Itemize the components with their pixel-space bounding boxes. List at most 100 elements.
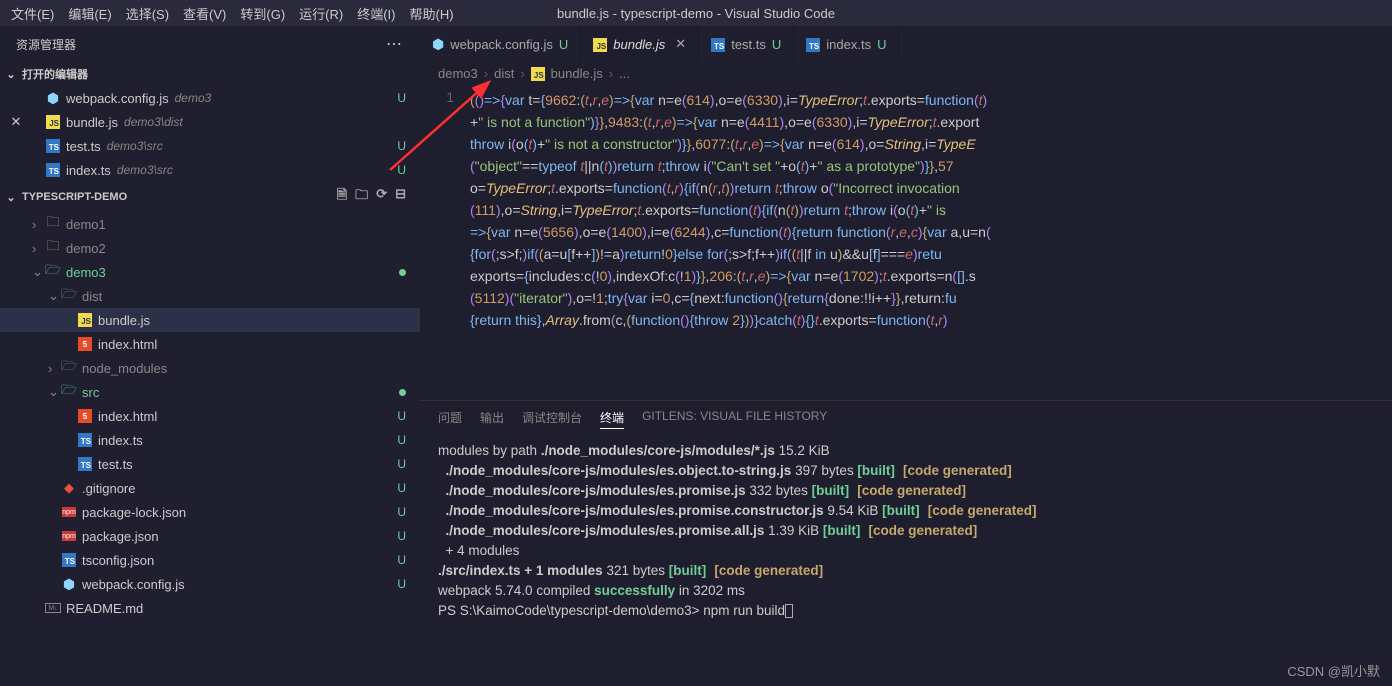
open-editor-item[interactable]: TSindex.tsdemo3\srcU bbox=[0, 158, 420, 182]
folder-src-icon: 🗁 bbox=[60, 381, 78, 403]
modified-dot-icon bbox=[399, 269, 406, 276]
close-icon[interactable]: ✕ bbox=[8, 114, 24, 130]
file-tree-item[interactable]: ⌄🗁dist bbox=[0, 284, 420, 308]
project-header[interactable]: ⌄ TYPESCRIPT-DEMO 🗎 🗀 ⟳ ⊟ bbox=[0, 182, 420, 212]
file-tree-item[interactable]: JSbundle.js bbox=[0, 308, 420, 332]
file-tree-item[interactable]: npmpackage-lock.jsonU bbox=[0, 500, 420, 524]
chevron-down-icon: ⌄ bbox=[4, 68, 18, 81]
refresh-icon[interactable]: ⟳ bbox=[376, 186, 387, 208]
git-status-badge: U bbox=[397, 409, 420, 423]
chevron-down-icon: ⌄ bbox=[4, 191, 18, 204]
modified-dot-icon bbox=[399, 389, 406, 396]
line-number: 1 bbox=[420, 89, 470, 400]
ts-icon: TS bbox=[76, 433, 94, 447]
editor-tab[interactable]: TSindex.tsU bbox=[794, 26, 899, 62]
git-status-badge: U bbox=[397, 139, 420, 153]
webpack-icon: ⬢ bbox=[432, 36, 444, 53]
code-editor[interactable]: 1 (()=>{var t={9662:(t,r,e)=>{var n=e(61… bbox=[420, 85, 1392, 400]
editor-tabs: ⬢webpack.config.jsUJSbundle.js✕TStest.ts… bbox=[420, 26, 1392, 62]
git-status-badge: U bbox=[397, 505, 420, 519]
breadcrumb[interactable]: demo3› dist› JS bundle.js› ... bbox=[420, 62, 1392, 85]
git-status-badge: U bbox=[397, 457, 420, 471]
panel-tab[interactable]: 输出 bbox=[480, 409, 504, 429]
menu-item[interactable]: 编辑(E) bbox=[61, 4, 118, 23]
ts-icon: TS bbox=[44, 139, 62, 153]
js-icon: JS bbox=[531, 67, 545, 81]
html-icon: 5 bbox=[76, 337, 94, 351]
menu-item[interactable]: 转到(G) bbox=[233, 4, 292, 23]
editor-tab[interactable]: TStest.tsU bbox=[699, 26, 794, 62]
git-icon: ◆ bbox=[60, 480, 78, 496]
js-icon: JS bbox=[44, 115, 62, 129]
open-editor-item[interactable]: ⬢webpack.config.jsdemo3U bbox=[0, 86, 420, 110]
git-status-badge: U bbox=[559, 37, 568, 52]
npm-icon: npm bbox=[60, 507, 78, 517]
file-tree-item[interactable]: 5index.html bbox=[0, 332, 420, 356]
panel-tab[interactable]: 问题 bbox=[438, 409, 462, 429]
file-tree-item[interactable]: ›🗀demo1 bbox=[0, 212, 420, 236]
file-tree-item[interactable]: 5index.htmlU bbox=[0, 404, 420, 428]
file-tree-item[interactable]: TStest.tsU bbox=[0, 452, 420, 476]
file-tree-item[interactable]: ›🗀demo2 bbox=[0, 236, 420, 260]
file-tree-item[interactable]: TSindex.tsU bbox=[0, 428, 420, 452]
ts-icon: TS bbox=[60, 553, 78, 567]
git-status-badge: U bbox=[397, 91, 420, 105]
open-editor-item[interactable]: ✕JSbundle.jsdemo3\dist bbox=[0, 110, 420, 134]
git-status-badge: U bbox=[397, 577, 420, 591]
folder-icon: 🗀 bbox=[44, 237, 62, 259]
menu-item[interactable]: 帮助(H) bbox=[402, 4, 460, 23]
chevron-icon: ⌄ bbox=[48, 288, 60, 304]
file-tree-item[interactable]: M↓README.md bbox=[0, 596, 420, 620]
chevron-icon: › bbox=[32, 241, 44, 256]
git-status-badge: U bbox=[397, 163, 420, 177]
editor-tab[interactable]: ⬢webpack.config.jsU bbox=[420, 26, 581, 62]
close-icon[interactable]: ✕ bbox=[675, 36, 686, 52]
file-tree-item[interactable]: TStsconfig.jsonU bbox=[0, 548, 420, 572]
menu-item[interactable]: 选择(S) bbox=[119, 4, 176, 23]
watermark: CSDN @凯小默 bbox=[1287, 661, 1380, 680]
panel-tab[interactable]: 调试控制台 bbox=[522, 409, 582, 429]
git-status-badge: U bbox=[877, 37, 886, 52]
menu-item[interactable]: 文件(E) bbox=[4, 4, 61, 23]
chevron-icon: › bbox=[32, 217, 44, 232]
chevron-icon: ⌄ bbox=[48, 384, 60, 400]
folder-open-icon: 🗁 bbox=[44, 261, 62, 283]
git-status-badge: U bbox=[397, 433, 420, 447]
terminal-output[interactable]: modules by path ./node_modules/core-js/m… bbox=[420, 437, 1392, 686]
file-tree-item[interactable]: ◆.gitignoreU bbox=[0, 476, 420, 500]
editor-tab[interactable]: JSbundle.js✕ bbox=[581, 26, 699, 62]
open-editor-item[interactable]: TStest.tsdemo3\srcU bbox=[0, 134, 420, 158]
ts-icon: TS bbox=[711, 37, 725, 52]
open-editors-header[interactable]: ⌄ 打开的编辑器 bbox=[0, 62, 420, 86]
bottom-panel: 问题输出调试控制台终端GITLENS: VISUAL FILE HISTORY … bbox=[420, 400, 1392, 686]
new-file-icon[interactable]: 🗎 bbox=[337, 186, 347, 208]
file-tree-item[interactable]: ⬢webpack.config.jsU bbox=[0, 572, 420, 596]
folder-icon: 🗀 bbox=[44, 213, 62, 235]
menu-item[interactable]: 运行(R) bbox=[292, 4, 350, 23]
file-tree-item[interactable]: npmpackage.jsonU bbox=[0, 524, 420, 548]
menu-item[interactable]: 查看(V) bbox=[176, 4, 233, 23]
collapse-icon[interactable]: ⊟ bbox=[395, 186, 406, 208]
folder-node-icon: 🗁 bbox=[60, 357, 78, 379]
webpack-icon: ⬢ bbox=[60, 576, 78, 593]
file-tree-item[interactable]: ›🗁node_modules bbox=[0, 356, 420, 380]
file-tree-item[interactable]: ⌄🗁demo3 bbox=[0, 260, 420, 284]
chevron-icon: › bbox=[48, 361, 60, 376]
new-folder-icon[interactable]: 🗀 bbox=[355, 186, 368, 208]
git-status-badge: U bbox=[397, 481, 420, 495]
window-title: bundle.js - typescript-demo - Visual Stu… bbox=[550, 6, 842, 21]
code-content: (()=>{var t={9662:(t,r,e)=>{var n=e(614)… bbox=[470, 89, 1392, 400]
ts-icon: TS bbox=[76, 457, 94, 471]
git-status-badge: U bbox=[772, 37, 781, 52]
md-icon: M↓ bbox=[44, 603, 62, 613]
js-icon: JS bbox=[76, 313, 94, 327]
menu-item[interactable]: 终端(I) bbox=[350, 4, 402, 23]
js-icon: JS bbox=[593, 37, 607, 52]
panel-tab[interactable]: 终端 bbox=[600, 409, 624, 429]
ts-icon: TS bbox=[806, 37, 820, 52]
more-icon[interactable]: ⋯ bbox=[386, 34, 404, 54]
webpack-icon: ⬢ bbox=[44, 90, 62, 107]
panel-tab[interactable]: GITLENS: VISUAL FILE HISTORY bbox=[642, 409, 827, 429]
folder-dist-icon: 🗁 bbox=[60, 285, 78, 307]
file-tree-item[interactable]: ⌄🗁src bbox=[0, 380, 420, 404]
